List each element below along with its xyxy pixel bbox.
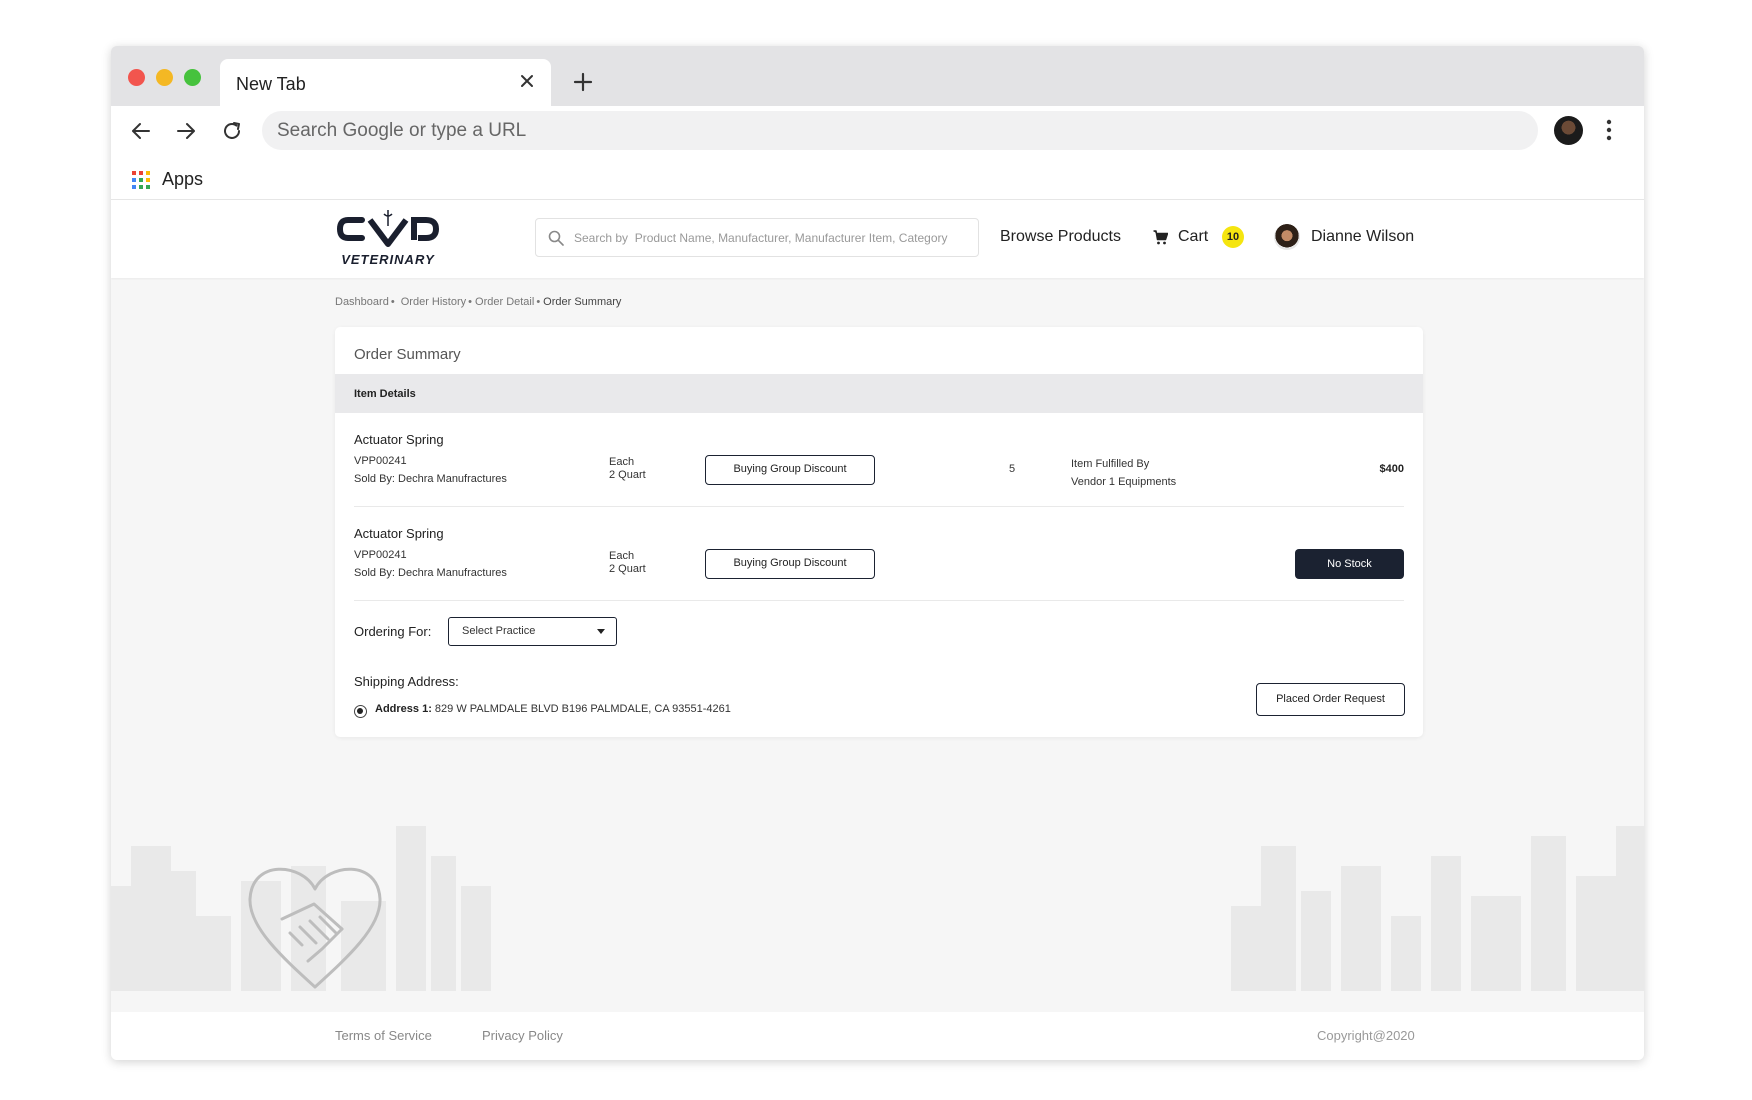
ordering-for-label: Ordering For: — [354, 624, 432, 639]
item-unit: Each 2 Quart — [609, 550, 646, 576]
copyright-text: Copyright@2020 — [1317, 1028, 1415, 1043]
site-logo[interactable]: VETERINARY — [332, 208, 444, 274]
item-details-header: Item Details — [335, 374, 1423, 413]
forward-arrow-icon[interactable] — [174, 119, 198, 143]
breadcrumb-separator: • — [468, 296, 473, 308]
window-minimize-control[interactable] — [156, 69, 173, 86]
tab-strip: New Tab — [111, 46, 1644, 106]
shipping-address-label: Shipping Address: — [354, 674, 459, 689]
buying-group-discount-button[interactable]: Buying Group Discount — [705, 455, 875, 485]
fulfilled-by-label: Item Fulfilled By — [1071, 458, 1150, 470]
item-sku: VPP00241 — [354, 549, 407, 561]
logo-wordmark: VETERINARY — [341, 252, 435, 267]
cart-count-badge: 10 — [1222, 226, 1244, 248]
shipping-address: Address 1: 829 W PALMDALE BLVD B196 PALM… — [375, 703, 731, 715]
page-title: Order Summary — [354, 346, 461, 363]
item-unit-size: 2 Quart — [609, 469, 646, 481]
buying-group-discount-button[interactable]: Buying Group Discount — [705, 549, 875, 579]
breadcrumb-order-history[interactable]: Order History — [401, 296, 466, 308]
bookmarks-bar: Apps — [111, 156, 1644, 200]
browse-products-link[interactable]: Browse Products — [1000, 228, 1121, 246]
order-item: Actuator Spring VPP00241 Sold By: Dechra… — [354, 413, 1404, 507]
item-sold-by: Sold By: Dechra Manufractures — [354, 473, 507, 485]
item-fulfilled-by: Item Fulfilled By Vendor 1 Equipments — [1071, 455, 1176, 491]
kebab-menu-icon[interactable] — [1606, 118, 1612, 142]
breadcrumb-separator: • — [536, 296, 541, 308]
terms-of-service-link[interactable]: Terms of Service — [335, 1028, 432, 1043]
site-footer: Terms of Service Privacy Policy Copyrigh… — [111, 1012, 1644, 1060]
plus-icon[interactable] — [572, 71, 594, 93]
address-label: Address 1: — [375, 703, 432, 715]
apps-bookmark[interactable]: Apps — [162, 169, 203, 190]
user-name[interactable]: Dianne Wilson — [1311, 228, 1414, 246]
browser-window: New Tab Search Google or type a URL Apps… — [111, 46, 1644, 1060]
select-practice-value: Select Practice — [462, 625, 536, 637]
cart-icon — [1153, 230, 1168, 245]
privacy-policy-link[interactable]: Privacy Policy — [482, 1028, 563, 1043]
item-unit-size: 2 Quart — [609, 563, 646, 575]
breadcrumb: Dashboard • Order History • Order Detail • Or… — [335, 296, 621, 308]
close-icon[interactable] — [517, 71, 537, 91]
handshake-heart-icon — [248, 867, 382, 989]
product-search-input[interactable] — [536, 219, 978, 256]
back-arrow-icon[interactable] — [129, 119, 153, 143]
no-stock-button[interactable]: No Stock — [1295, 549, 1404, 579]
window-maximize-control[interactable] — [184, 69, 201, 86]
address-input[interactable] — [262, 111, 1538, 150]
item-unit: Each 2 Quart — [609, 456, 646, 482]
browser-tab[interactable]: New Tab — [220, 59, 551, 106]
item-unit-type: Each — [609, 550, 635, 562]
logo-mark-icon — [336, 210, 440, 247]
apps-grid-icon[interactable] — [132, 171, 150, 189]
breadcrumb-dashboard[interactable]: Dashboard — [335, 296, 389, 308]
item-details-label: Item Details — [354, 388, 416, 400]
product-search-box[interactable] — [535, 218, 979, 257]
item-sku: VPP00241 — [354, 455, 407, 467]
breadcrumb-current: Order Summary — [543, 296, 622, 308]
caret-down-icon — [597, 629, 605, 634]
item-price: $400 — [1379, 463, 1404, 475]
item-unit-type: Each — [609, 456, 635, 468]
window-close-control[interactable] — [128, 69, 145, 86]
order-item: Actuator Spring VPP00241 Sold By: Dechra… — [354, 507, 1404, 601]
order-summary-card: Order Summary Item Details Actuator Spri… — [335, 327, 1423, 737]
item-sold-by: Sold By: Dechra Manufractures — [354, 567, 507, 579]
address-bar[interactable] — [262, 111, 1538, 150]
item-quantity: 5 — [1009, 463, 1016, 475]
breadcrumb-separator: • — [390, 296, 395, 308]
reload-icon[interactable] — [220, 119, 244, 143]
item-name: Actuator Spring — [354, 432, 444, 447]
address-value: 829 W PALMDALE BLVD B196 PALMDALE, CA 93… — [434, 703, 731, 715]
browser-toolbar — [111, 106, 1644, 156]
tab-title: New Tab — [236, 74, 306, 94]
address-radio[interactable] — [354, 705, 367, 718]
site-header: VETERINARY Browse Products Cart 10 Diann… — [111, 200, 1644, 278]
breadcrumb-order-detail[interactable]: Order Detail — [475, 296, 534, 308]
user-avatar[interactable] — [1274, 224, 1300, 250]
browser-profile-avatar[interactable] — [1554, 116, 1583, 145]
fulfilled-by-vendor: Vendor 1 Equipments — [1071, 476, 1177, 488]
select-practice-dropdown[interactable]: Select Practice — [448, 617, 617, 646]
place-order-request-button[interactable]: Placed Order Request — [1256, 683, 1405, 716]
cart-label: Cart — [1178, 228, 1209, 245]
item-name: Actuator Spring — [354, 526, 444, 541]
